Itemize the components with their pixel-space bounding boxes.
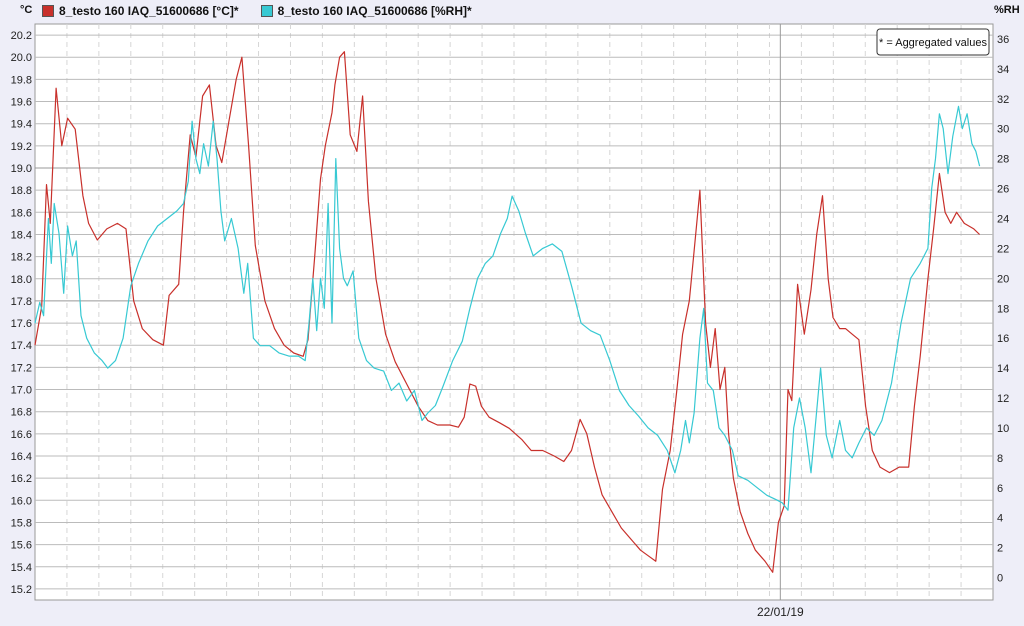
chart-area: °C 8_testo 160 IAQ_51600686 [°C]* 8_test…: [0, 0, 1024, 626]
left-tick-label: 17.4: [11, 340, 32, 352]
left-tick-label: 19.2: [11, 141, 32, 153]
aggregated-note: * = Aggregated values: [879, 37, 987, 49]
left-tick-label: 17.0: [11, 385, 32, 397]
right-tick-label: 28: [997, 154, 1009, 166]
right-tick-label: 14: [997, 363, 1009, 375]
right-tick-label: 8: [997, 453, 1003, 465]
right-tick-label: 2: [997, 543, 1003, 555]
left-tick-label: 16.8: [11, 407, 32, 419]
left-tick-label: 15.4: [11, 562, 32, 574]
right-tick-label: 10: [997, 423, 1009, 435]
left-tick-label: 18.0: [11, 274, 32, 286]
left-tick-label: 18.2: [11, 252, 32, 264]
plot-svg: 15.2 15.4 15.6 15.8 16.0 16.2 16.4 16.6 16.8 17.0…: [11, 23, 1009, 619]
left-tick-label: 16.0: [11, 495, 32, 507]
left-tick-label: 17.6: [11, 318, 32, 330]
left-tick-label: 15.8: [11, 517, 32, 529]
left-tick-label: 19.6: [11, 97, 32, 109]
right-tick-label: 34: [997, 64, 1009, 76]
x-tick-label: 22/01/19: [757, 605, 804, 619]
right-tick-label: 36: [997, 34, 1009, 46]
right-tick-label: 12: [997, 393, 1009, 405]
left-tick-label: 19.0: [11, 163, 32, 175]
left-tick-label: 16.6: [11, 429, 32, 441]
left-tick-label: 18.8: [11, 185, 32, 197]
left-tick-label: 17.8: [11, 296, 32, 308]
left-tick-label: 20.2: [11, 30, 32, 42]
right-tick-label: 0: [997, 573, 1003, 585]
left-tick-label: 17.2: [11, 362, 32, 374]
right-tick-label: 4: [997, 513, 1003, 525]
left-tick-label: 16.2: [11, 473, 32, 485]
right-tick-label: 22: [997, 243, 1009, 255]
right-tick-label: 6: [997, 483, 1003, 495]
left-tick-label: 16.4: [11, 451, 32, 463]
right-tick-label: 32: [997, 94, 1009, 106]
right-tick-label: 16: [997, 333, 1009, 345]
right-tick-label: 20: [997, 273, 1009, 285]
right-tick-label: 30: [997, 124, 1009, 136]
left-tick-label: 19.8: [11, 74, 32, 86]
left-tick-label: 18.6: [11, 207, 32, 219]
left-tick-label: 15.6: [11, 540, 32, 552]
right-tick-label: 26: [997, 184, 1009, 196]
left-tick-label: 19.4: [11, 119, 32, 131]
left-tick-label: 20.0: [11, 52, 32, 64]
right-tick-label: 24: [997, 213, 1009, 225]
right-tick-label: 18: [997, 303, 1009, 315]
left-tick-label: 15.2: [11, 584, 32, 596]
left-tick-label: 18.4: [11, 229, 32, 241]
